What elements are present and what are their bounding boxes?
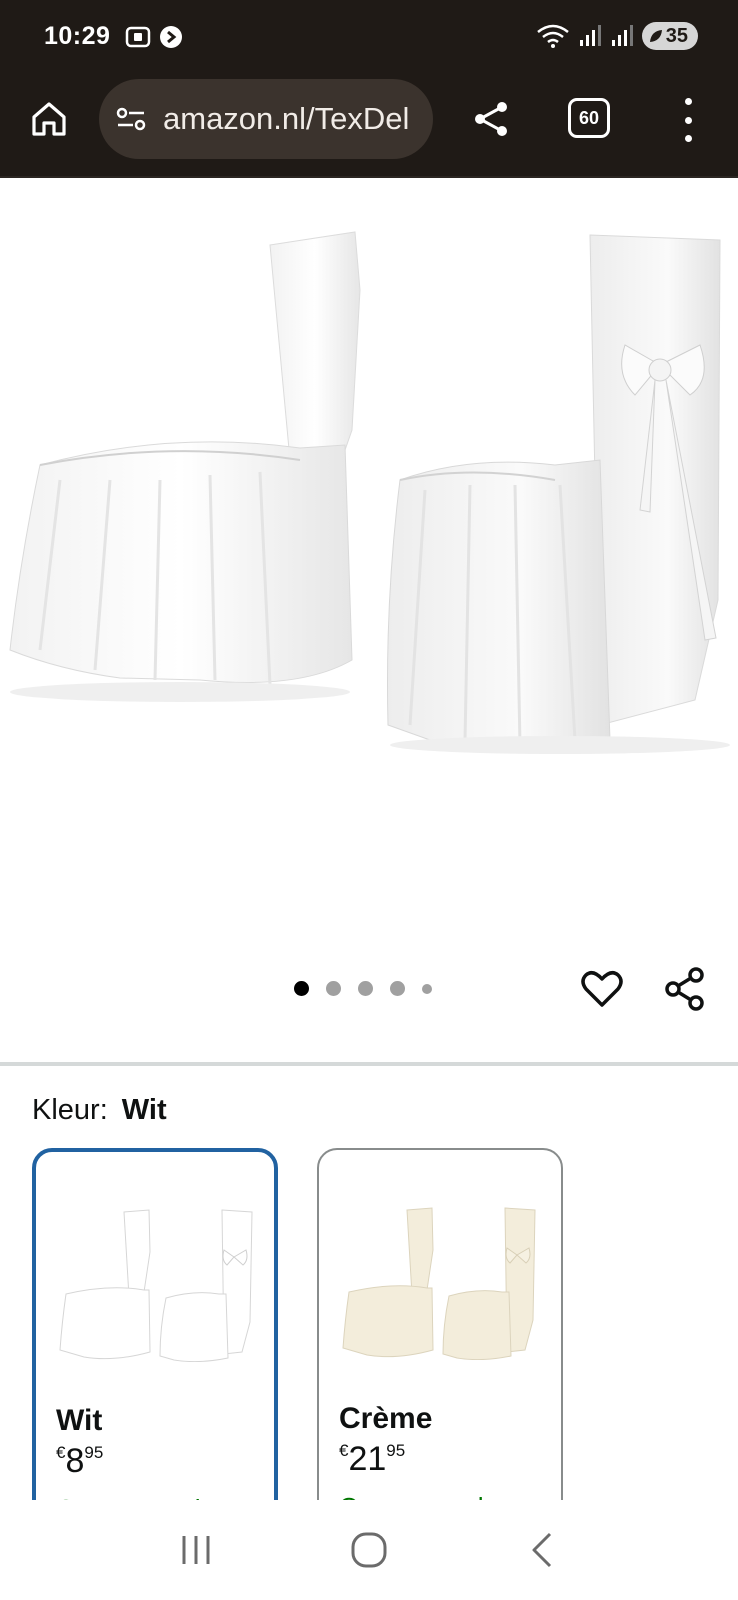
share-page-button[interactable]: [466, 94, 516, 144]
price-fraction: 95: [386, 1441, 406, 1460]
variant-label-text: Kleur:: [32, 1094, 108, 1126]
carousel-dot[interactable]: [422, 983, 432, 994]
carousel-dot[interactable]: [326, 981, 341, 996]
signal-icon: [611, 25, 633, 46]
swatch-name: Crème: [339, 1402, 433, 1435]
image-carousel-dots[interactable]: [294, 981, 432, 996]
signal-icon: [579, 25, 601, 46]
price-fraction: 95: [84, 1443, 104, 1462]
swatch-price: €2195: [339, 1440, 405, 1479]
browser-toolbar: amazon.nl/TexDel 60: [0, 74, 738, 178]
status-left-icons: [124, 24, 184, 50]
carousel-dot[interactable]: [358, 981, 373, 996]
battery-level: 35: [665, 24, 688, 47]
battery-icon: 35: [641, 22, 698, 50]
site-settings-icon[interactable]: [115, 105, 147, 133]
screenshot-icon: [125, 26, 151, 48]
swatch-creme[interactable]: Crème €2195 Op voorraad: [317, 1148, 563, 1528]
variant-selected-value: Wit: [121, 1094, 167, 1126]
wishlist-button[interactable]: [580, 967, 624, 1011]
swatch-image: [342, 1207, 536, 1360]
tab-switcher-button[interactable]: 60: [568, 98, 610, 138]
back-chevron-icon: [532, 1532, 551, 1568]
carousel-dot[interactable]: [390, 981, 405, 996]
recent-apps-icon: [182, 1536, 210, 1564]
price-whole: 21: [348, 1440, 387, 1478]
menu-dot: [684, 116, 692, 124]
swatch-name: Wit: [56, 1404, 103, 1437]
more-menu-button[interactable]: [676, 98, 700, 142]
home-button[interactable]: [26, 96, 72, 142]
product-image[interactable]: [0, 180, 738, 780]
notification-icon: [160, 26, 182, 48]
url-text: amazon.nl/TexDel: [163, 101, 410, 136]
home-nav-button[interactable]: [344, 1525, 394, 1575]
share-icon: [475, 102, 507, 136]
heart-icon: [581, 971, 623, 1007]
carousel-dot[interactable]: [294, 981, 309, 996]
home-icon: [32, 102, 66, 136]
system-navigation-bar: [0, 1500, 738, 1600]
swatch-price: €895: [56, 1442, 103, 1481]
menu-dot: [684, 98, 692, 105]
recent-apps-button[interactable]: [171, 1525, 221, 1575]
status-right-icons: 35: [536, 22, 698, 50]
variant-label: Kleur: Wit: [32, 1094, 167, 1127]
back-button[interactable]: [517, 1525, 567, 1575]
price-whole: 8: [65, 1442, 85, 1480]
share-product-button[interactable]: [663, 966, 707, 1012]
wifi-icon: [536, 24, 569, 48]
menu-dot: [684, 135, 692, 142]
leaf-icon: [649, 30, 662, 42]
section-divider: [0, 1062, 738, 1066]
status-time: 10:29: [44, 22, 111, 50]
swatch-image: [59, 1209, 253, 1362]
address-bar[interactable]: amazon.nl/TexDel: [99, 79, 433, 159]
swatch-wit[interactable]: Wit €895 Op voorraad: [32, 1148, 278, 1528]
status-bar: 10:29 35: [0, 0, 738, 74]
share-icon: [665, 967, 704, 1011]
home-circle-icon: [351, 1532, 387, 1568]
